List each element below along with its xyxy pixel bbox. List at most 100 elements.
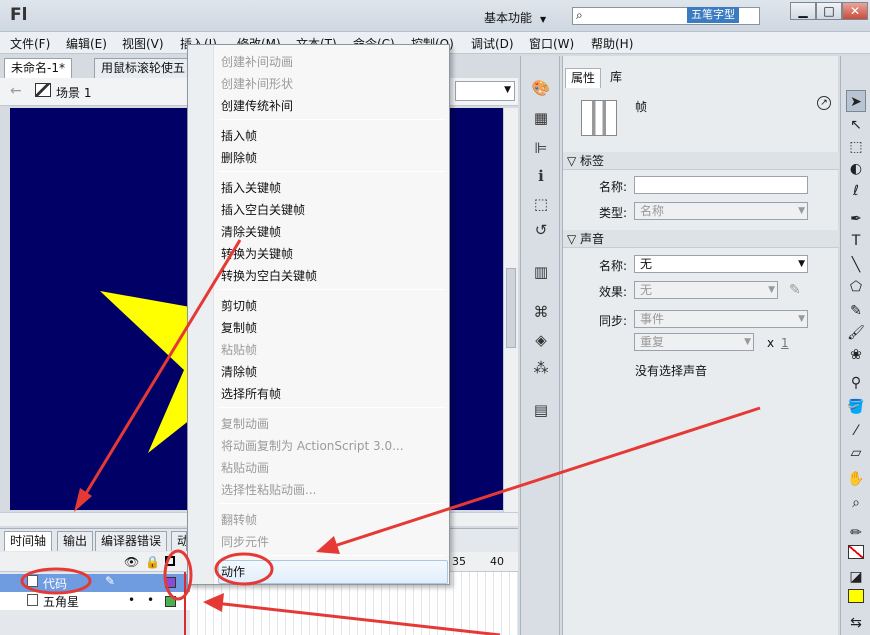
swap-colors-icon[interactable]: ⇆ <box>846 612 866 634</box>
swatches-icon[interactable]: ▦ <box>530 108 552 128</box>
subselection-tool-icon[interactable]: ↖ <box>846 114 866 136</box>
context-menu-item[interactable]: 转换为关键帧 <box>221 245 293 262</box>
workspace-switcher[interactable]: 基本功能 ▼ <box>484 9 546 26</box>
color-panel-icon[interactable]: 🎨 <box>530 78 552 98</box>
context-menu-item[interactable]: 复制动画 <box>221 415 269 432</box>
line-tool-icon[interactable]: ╲ <box>846 254 866 276</box>
close-button[interactable]: ✕ <box>842 2 868 20</box>
context-menu-item[interactable]: 将动画复制为 ActionScript 3.0... <box>221 437 404 454</box>
tab-timeline[interactable]: 时间轴 <box>4 531 53 551</box>
scene-label[interactable]: 场景 1 <box>56 84 91 101</box>
repeat-count[interactable]: 1 <box>781 336 789 350</box>
context-menu-item[interactable]: 翻转帧 <box>221 511 257 528</box>
bone-tool-icon[interactable]: ⚲ <box>846 372 866 394</box>
sound-name-select[interactable]: 无 ▼ <box>634 255 808 273</box>
context-menu-item[interactable]: 粘贴帧 <box>221 341 257 358</box>
layer-color-swatch[interactable] <box>165 596 176 607</box>
context-menu-item[interactable]: 剪切帧 <box>221 297 257 314</box>
align-icon[interactable]: ⊫ <box>530 138 552 158</box>
menu-help[interactable]: 帮助(H) <box>591 35 633 52</box>
layer-row-star[interactable]: 五角星 • • <box>0 592 190 610</box>
transform-icon[interactable]: ⬚ <box>530 194 552 214</box>
layer-row-code[interactable]: 代码 ✎ <box>0 574 190 592</box>
lock-dot[interactable]: • <box>147 593 154 607</box>
context-menu-item[interactable]: 复制帧 <box>221 319 257 336</box>
library-icon[interactable]: ▥ <box>530 262 552 282</box>
context-menu-item[interactable]: 清除关键帧 <box>221 223 281 240</box>
minimize-button[interactable]: ▁ <box>790 2 816 20</box>
menu-edit[interactable]: 编辑(E) <box>66 35 107 52</box>
context-menu-item[interactable]: 转换为空白关键帧 <box>221 267 317 284</box>
brush-tool-icon[interactable]: 🖌 <box>846 322 866 344</box>
hand-tool-icon[interactable]: ✋ <box>846 468 866 490</box>
context-menu-item[interactable]: 创建传统补间 <box>221 97 293 114</box>
zoom-select[interactable]: ▼ <box>455 81 515 101</box>
fill-color-icon[interactable]: ◪ <box>846 566 866 588</box>
zoom-tool-icon[interactable]: ⌕ <box>846 492 866 514</box>
stroke-color-swatch[interactable] <box>846 544 866 566</box>
tab-properties[interactable]: 属性 <box>565 68 602 88</box>
tab-motion[interactable]: 动 <box>171 531 187 551</box>
info-icon[interactable]: ℹ <box>530 166 552 186</box>
layer-name[interactable]: 五角星 <box>43 593 79 610</box>
context-menu-item[interactable]: 创建补间动画 <box>221 53 293 70</box>
tab-compiler-errors[interactable]: 编译器错误 <box>95 531 168 551</box>
tab-doc-1[interactable]: 未命名-1* <box>4 58 72 78</box>
frame-name-input[interactable] <box>634 176 808 194</box>
deco-tool-icon[interactable]: ❀ <box>846 344 866 366</box>
rectangle-tool-icon[interactable]: ⬠ <box>846 276 866 298</box>
pencil-tool-icon[interactable]: ✎ <box>846 300 866 322</box>
components-icon[interactable]: ◈ <box>530 330 552 350</box>
visible-dot[interactable]: • <box>128 593 135 607</box>
eraser-icon[interactable]: ▱ <box>846 442 866 464</box>
type-select[interactable]: 名称 ▼ <box>634 202 808 220</box>
history-icon[interactable]: ↺ <box>530 220 552 240</box>
paint-bucket-icon[interactable]: 🪣 <box>846 396 866 418</box>
back-arrow-icon[interactable]: ← <box>10 83 22 99</box>
sync-select[interactable]: 事件 ▼ <box>634 310 808 328</box>
label-section-header[interactable]: ▽ 标签 <box>563 152 839 170</box>
context-menu-item[interactable]: 动作 <box>221 563 245 580</box>
layer-color-swatch[interactable] <box>165 577 176 588</box>
tab-doc-2[interactable]: 用鼠标滚轮使五 <box>94 58 190 78</box>
scroll-thumb[interactable] <box>506 268 516 348</box>
playhead[interactable] <box>184 572 186 635</box>
scene-panel-icon[interactable]: ▤ <box>530 400 552 420</box>
lasso-icon[interactable]: ℓ <box>846 180 866 202</box>
menu-window[interactable]: 窗口(W) <box>529 35 574 52</box>
eyedropper-icon[interactable]: ⁄ <box>846 420 866 442</box>
selection-tool-icon[interactable]: ➤ <box>846 90 866 112</box>
context-menu-item[interactable]: 选择所有帧 <box>221 385 281 402</box>
pen-icon[interactable]: ✒ <box>846 208 866 230</box>
context-menu-item[interactable]: 删除帧 <box>221 149 257 166</box>
context-menu-item[interactable]: 插入空白关键帧 <box>221 201 305 218</box>
context-menu-item[interactable]: 插入关键帧 <box>221 179 281 196</box>
free-transform-icon[interactable]: ⬚ <box>846 136 866 158</box>
effect-select[interactable]: 无 ▼ <box>634 281 778 299</box>
menu-file[interactable]: 文件(F) <box>10 35 50 52</box>
menu-debug[interactable]: 调试(D) <box>471 35 514 52</box>
lock-icon[interactable]: 🔒 <box>145 555 160 569</box>
stage-vertical-scrollbar[interactable] <box>503 108 518 512</box>
eye-icon[interactable]: 👁 <box>124 555 139 569</box>
3d-rotation-icon[interactable]: ◐ <box>846 158 866 180</box>
edit-pencil-icon[interactable]: ✎ <box>789 282 801 298</box>
sound-section-header[interactable]: ▽ 声音 <box>563 230 839 248</box>
tab-library[interactable]: 库 <box>605 68 627 88</box>
context-menu-item[interactable]: 粘贴动画 <box>221 459 269 476</box>
motion-presets-icon[interactable]: ⁂ <box>530 358 552 378</box>
actions-icon[interactable]: ⌘ <box>530 302 552 322</box>
menu-view[interactable]: 视图(V) <box>122 35 164 52</box>
stroke-color-icon[interactable]: ✏ <box>846 522 866 544</box>
layer-name[interactable]: 代码 <box>43 575 67 592</box>
repeat-select[interactable]: 重复 ▼ <box>634 333 754 351</box>
tab-output[interactable]: 输出 <box>57 531 94 551</box>
outline-icon[interactable] <box>165 556 175 566</box>
fill-color-swatch[interactable] <box>846 588 866 610</box>
context-menu-item[interactable]: 插入帧 <box>221 127 257 144</box>
help-icon[interactable]: ↗ <box>817 96 831 110</box>
context-menu-item[interactable]: 选择性粘贴动画... <box>221 481 316 498</box>
context-menu-item[interactable]: 同步元件 <box>221 533 269 550</box>
context-menu-item[interactable]: 创建补间形状 <box>221 75 293 92</box>
maximize-button[interactable]: □ <box>816 2 842 20</box>
